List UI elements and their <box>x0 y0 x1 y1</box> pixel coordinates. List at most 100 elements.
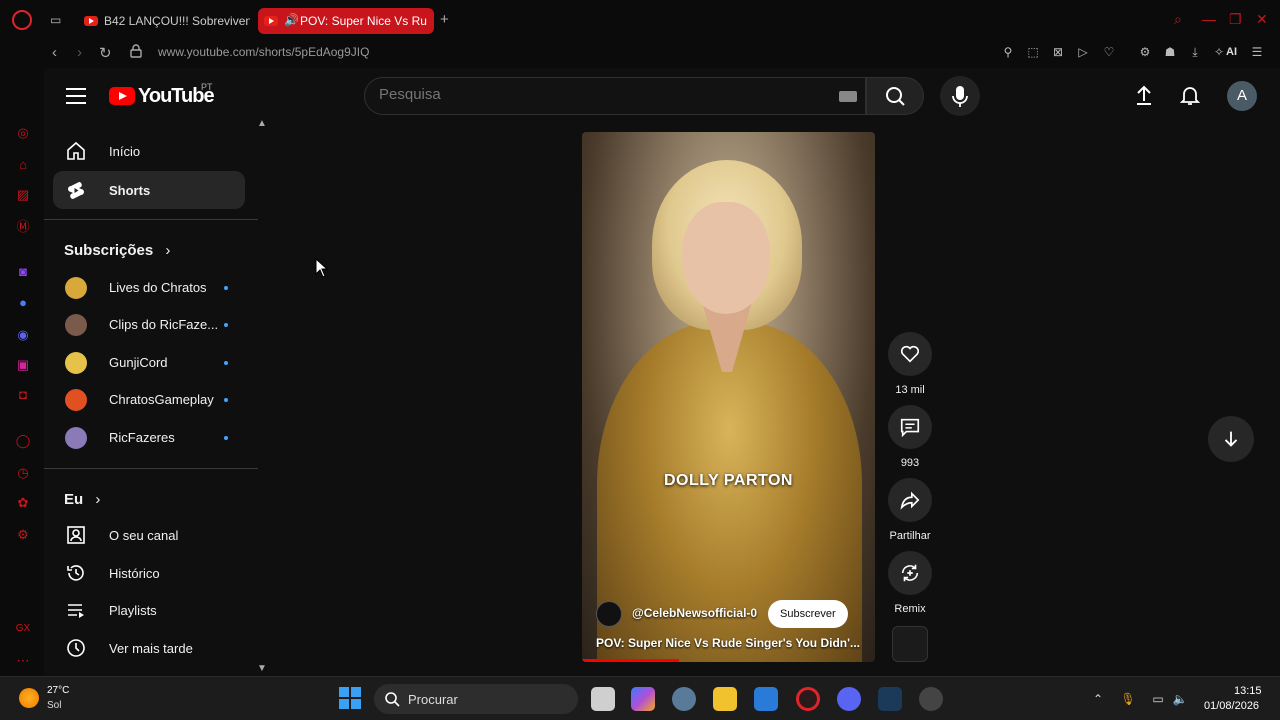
video-title[interactable]: POV: Super Nice Vs Rude Singer's You Did… <box>596 636 864 650</box>
account-avatar[interactable]: A <box>1227 81 1257 111</box>
comment-action[interactable]: 993 <box>887 405 933 469</box>
notifications-bell-icon[interactable] <box>1178 83 1202 107</box>
speed-dial-icon[interactable]: ▨ <box>14 186 32 204</box>
share-action[interactable]: Partilhar <box>887 478 933 542</box>
remix-action[interactable]: Remix <box>887 551 933 615</box>
profile-icon[interactable]: ☗ <box>1163 45 1177 59</box>
start-button[interactable] <box>339 687 361 709</box>
lock-icon[interactable] <box>130 44 142 58</box>
audio-source-thumbnail[interactable] <box>892 626 928 662</box>
scroll-down-arrow-icon[interactable]: ▼ <box>257 663 267 674</box>
remix-button[interactable] <box>888 551 932 595</box>
subscriptions-heading[interactable]: Subscrições › <box>64 242 170 259</box>
outlook-icon[interactable] <box>754 687 778 711</box>
sidebar-item-inicio[interactable]: Início <box>53 132 245 170</box>
search-tabs-icon[interactable]: ⌕ <box>1174 11 1182 28</box>
search-button[interactable] <box>866 77 924 115</box>
tab-pov-short[interactable]: 🔊 POV: Super Nice Vs Ru <box>258 8 434 34</box>
comments-button[interactable] <box>888 405 932 449</box>
heart-icon[interactable]: ♡ <box>1102 45 1116 59</box>
clock-time[interactable]: 13:15 <box>1234 685 1262 697</box>
discord-taskbar-icon[interactable] <box>837 687 861 711</box>
extensions-sidebar-icon[interactable]: ✿ <box>14 494 32 512</box>
taskbar-search[interactable]: Procurar <box>374 684 578 714</box>
sidebar-item-watch-later[interactable]: Ver mais tarde <box>53 629 245 667</box>
sidebar-item-history[interactable]: Histórico <box>53 554 245 592</box>
video-progress-bar[interactable] <box>582 659 679 662</box>
like-action[interactable]: 13 mil <box>887 332 933 396</box>
sidebar-item-your-channel[interactable]: O seu canal <box>53 516 245 554</box>
sidebar-item-shorts[interactable]: Shorts <box>53 171 245 209</box>
minimize-button[interactable]: — <box>1202 11 1216 27</box>
settings-sidebar-icon[interactable]: ⚙ <box>14 526 32 544</box>
maximize-button[interactable]: ❐ <box>1229 11 1242 28</box>
channel-avatar <box>65 389 87 411</box>
like-button[interactable] <box>888 332 932 376</box>
channel-avatar[interactable] <box>596 601 622 627</box>
new-tab-button[interactable]: + <box>440 11 449 28</box>
opera-gx-taskbar-icon[interactable] <box>796 687 820 711</box>
history-sidebar-icon[interactable]: ◷ <box>14 464 32 482</box>
voice-search-button[interactable] <box>940 76 980 116</box>
mail-icon[interactable]: Ⓜ <box>14 218 32 236</box>
opera-logo-icon[interactable] <box>12 10 32 30</box>
chevron-right-icon: › <box>165 242 171 259</box>
channel-icon <box>67 526 85 544</box>
aria-icon[interactable]: ✧ <box>1212 45 1226 59</box>
next-short-button[interactable] <box>1208 416 1254 462</box>
aria-sidebar-icon[interactable]: ◎ <box>14 124 32 142</box>
more-icon[interactable]: ⋯ <box>14 652 32 670</box>
url-field[interactable]: www.youtube.com/shorts/5pEdAog9JIQ <box>158 45 369 59</box>
hamburger-menu-icon[interactable] <box>66 88 86 104</box>
file-explorer-icon[interactable] <box>713 687 737 711</box>
pin-icon[interactable]: ⚲ <box>1001 45 1015 59</box>
download-icon[interactable]: ⤓ <box>1188 45 1202 59</box>
menu-icon[interactable]: ☰ <box>1250 45 1264 59</box>
tab-b42[interactable]: B42 LANÇOU!!! Sobreviven <box>78 8 250 34</box>
close-window-button[interactable]: ✕ <box>1256 11 1268 28</box>
scroll-up-arrow-icon[interactable]: ▲ <box>257 118 267 129</box>
discord-icon[interactable]: ◉ <box>14 326 32 344</box>
network-icon[interactable]: ▭ <box>1150 691 1166 707</box>
adblock-icon[interactable]: ⊠ <box>1051 45 1065 59</box>
instagram-icon[interactable]: ▣ <box>14 356 32 374</box>
share-button[interactable] <box>888 478 932 522</box>
home-icon <box>67 141 85 160</box>
keyboard-icon[interactable] <box>839 91 857 102</box>
channel-avatar <box>65 314 87 336</box>
clock-date[interactable]: 01/08/2026 <box>1204 700 1259 712</box>
reload-button[interactable]: ↻ <box>99 44 112 62</box>
messenger-icon[interactable]: ● <box>14 294 32 312</box>
gx-icon[interactable]: GX <box>14 620 32 638</box>
extensions-icon[interactable]: ⚙ <box>1138 45 1152 59</box>
back-button[interactable]: ‹ <box>52 44 57 61</box>
search-input[interactable] <box>379 86 819 103</box>
sidebar-item-playlists[interactable]: Playlists <box>53 591 245 629</box>
copilot-icon[interactable] <box>631 687 655 711</box>
chevron-up-icon[interactable]: ⌃ <box>1090 691 1106 707</box>
channel-row: @CelebNewsofficial-0 Subscrever <box>596 600 866 628</box>
obs-icon[interactable] <box>919 687 943 711</box>
tab-manager-icon[interactable]: ▭ <box>50 13 66 27</box>
player-icon[interactable]: ▷ <box>1076 45 1090 59</box>
upload-icon[interactable] <box>1132 83 1156 107</box>
player-sidebar-icon[interactable]: ◯ <box>14 432 32 450</box>
channel-handle[interactable]: @CelebNewsofficial-0 <box>632 606 757 620</box>
settings-app-icon[interactable] <box>672 687 696 711</box>
speaker-icon[interactable]: 🔊 <box>284 13 299 27</box>
volume-icon[interactable]: 🔈 <box>1172 691 1188 707</box>
subscribe-button[interactable]: Subscrever <box>768 600 848 628</box>
forward-button[interactable]: › <box>77 44 82 61</box>
weather-sun-icon[interactable] <box>19 688 39 708</box>
ublock-icon[interactable]: ◘ <box>14 386 32 404</box>
task-view-icon[interactable] <box>591 687 615 711</box>
microphone-tray-icon[interactable]: 🎙 <box>1120 691 1136 707</box>
ai-button[interactable]: AI <box>1226 46 1237 58</box>
twitch-icon[interactable]: ◙ <box>14 263 32 281</box>
snapshot-icon[interactable]: ⬚ <box>1026 45 1040 59</box>
shorts-video-player[interactable]: DOLLY PARTON @CelebNewsofficial-0 Subscr… <box>582 132 875 662</box>
steam-icon[interactable] <box>878 687 902 711</box>
channel-avatar <box>65 277 87 299</box>
you-heading[interactable]: Eu › <box>64 491 100 508</box>
crypto-wallet-icon[interactable]: ⌂ <box>14 156 32 174</box>
